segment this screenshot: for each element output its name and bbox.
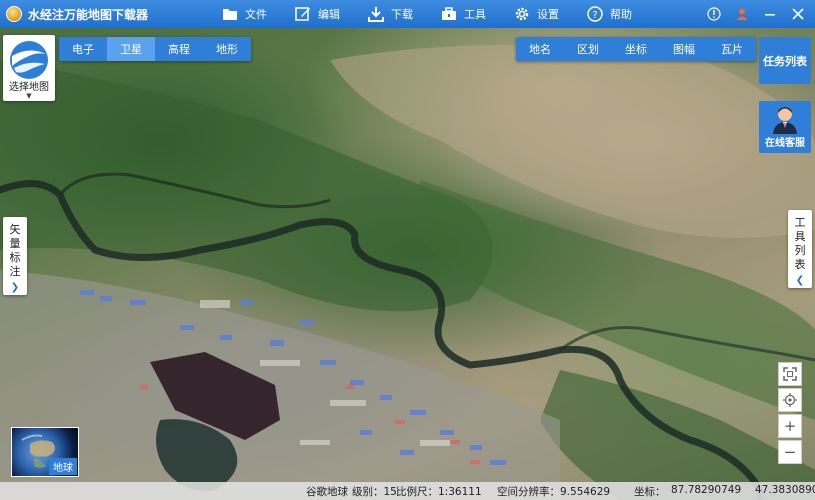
tab-districts[interactable]: 区划 <box>564 37 612 61</box>
menu-edit[interactable]: 编辑 <box>295 0 340 28</box>
gear-icon <box>514 6 530 22</box>
tab-vector[interactable]: 电子 <box>59 37 107 61</box>
minimize-icon[interactable] <box>759 3 781 25</box>
folder-icon <box>222 6 238 22</box>
menu-settings[interactable]: 设置 <box>514 0 559 28</box>
app-logo-icon <box>6 6 22 22</box>
overlay-tabs: 地名 区划 坐标 图幅 瓦片 <box>516 37 756 61</box>
vector-annotation-panel[interactable]: 矢 量 标 注 ❯ <box>3 217 27 295</box>
menu-edit-label: 编辑 <box>318 8 340 21</box>
status-resolution: 空间分辨率：9.554629 <box>497 486 611 498</box>
status-longitude: 87.78290749 <box>671 484 742 496</box>
title-bar: 水经注万能地图下载器 文件 编辑 下载 工具 设置 ? 帮助 <box>0 0 815 28</box>
menu-tools[interactable]: 工具 <box>441 0 486 28</box>
status-level: 级别：15 <box>352 486 397 498</box>
user-icon[interactable] <box>731 3 753 25</box>
svg-text:?: ? <box>592 10 597 21</box>
panel-char: 列 <box>794 244 806 257</box>
status-latitude: 47.3830890 <box>755 484 815 496</box>
zoom-in-button[interactable]: + <box>778 414 802 438</box>
caret-down-icon: ▼ <box>26 92 32 100</box>
tab-place-names[interactable]: 地名 <box>516 37 564 61</box>
edit-icon <box>295 6 311 22</box>
tab-tiles[interactable]: 瓦片 <box>708 37 756 61</box>
online-service-button[interactable]: 在线客服 <box>759 101 811 153</box>
minus-icon: − <box>783 443 797 461</box>
toolbox-icon <box>441 6 457 22</box>
locate-icon <box>783 393 797 407</box>
menu-tools-label: 工具 <box>464 8 486 21</box>
tab-terrain[interactable]: 地形 <box>203 37 251 61</box>
panel-char: 标 <box>9 251 21 264</box>
tab-coordinates[interactable]: 坐标 <box>612 37 660 61</box>
window-controls <box>697 0 815 28</box>
tool-list-panel[interactable]: 工 具 列 表 ❮ <box>788 210 812 288</box>
info-icon[interactable] <box>703 3 725 25</box>
zoom-out-button[interactable]: − <box>778 440 802 464</box>
chevron-left-icon: ❮ <box>795 275 805 286</box>
menu-download-label: 下载 <box>391 8 413 21</box>
globe-view-button[interactable]: 地球 <box>11 427 79 477</box>
help-icon: ? <box>587 6 603 22</box>
menu-settings-label: 设置 <box>537 8 559 21</box>
tab-satellite[interactable]: 卫星 <box>107 37 155 61</box>
agent-avatar-icon <box>773 107 797 134</box>
satellite-map[interactable] <box>0 0 815 500</box>
plus-icon: + <box>783 417 797 435</box>
fullscreen-icon <box>783 367 797 381</box>
panel-char: 工 <box>794 216 806 229</box>
locate-button[interactable] <box>778 388 802 412</box>
main-menu: 文件 编辑 下载 工具 设置 ? 帮助 <box>222 0 660 28</box>
select-map-button[interactable]: 选择地图 ▼ <box>3 35 55 101</box>
map-source-logo-icon <box>10 41 48 79</box>
status-coord-label: 坐标： <box>634 486 666 498</box>
panel-char: 矢 <box>9 223 21 236</box>
panel-char: 注 <box>9 265 21 278</box>
tab-elevation[interactable]: 高程 <box>155 37 203 61</box>
app-title: 水经注万能地图下载器 <box>28 7 149 22</box>
menu-download[interactable]: 下载 <box>368 0 413 28</box>
download-icon <box>368 6 384 22</box>
panel-char: 量 <box>9 237 21 250</box>
panel-char: 具 <box>794 230 806 243</box>
chevron-right-icon: ❯ <box>10 282 20 293</box>
menu-file[interactable]: 文件 <box>222 0 267 28</box>
fullscreen-button[interactable] <box>778 362 802 386</box>
close-icon[interactable] <box>787 3 809 25</box>
map-type-tabs: 电子 卫星 高程 地形 <box>59 37 251 61</box>
task-list-button[interactable]: 任务列表 <box>759 37 811 84</box>
online-service-label: 在线客服 <box>765 138 805 149</box>
status-bar: 谷歌地球 级别：15 比例尺：1:36111 空间分辨率：9.554629 坐标… <box>0 482 815 500</box>
menu-file-label: 文件 <box>245 8 267 21</box>
panel-char: 表 <box>794 258 806 271</box>
menu-help-label: 帮助 <box>610 8 632 21</box>
status-scale: 比例尺：1:36111 <box>396 486 482 498</box>
globe-label: 地球 <box>49 458 77 475</box>
tab-map-sheets[interactable]: 图幅 <box>660 37 708 61</box>
menu-help[interactable]: ? 帮助 <box>587 0 632 28</box>
status-source: 谷歌地球 <box>306 486 348 498</box>
